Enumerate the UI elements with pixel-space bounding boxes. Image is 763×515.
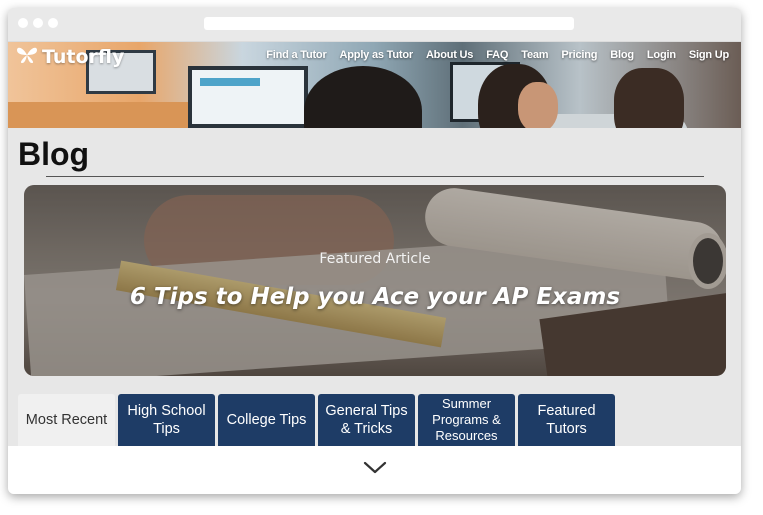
hero-photo-monitor — [188, 66, 308, 128]
hero-header: Tutorfly Find a Tutor Apply as Tutor Abo… — [8, 42, 741, 128]
tab-featured-tutors[interactable]: Featured Tutors — [518, 394, 615, 446]
page-title: Blog — [18, 136, 90, 172]
nav-link-about-us[interactable]: About Us — [426, 49, 473, 61]
featured-overlay — [24, 185, 726, 376]
featured-article-banner[interactable]: Featured Article 6 Tips to Help you Ace … — [24, 185, 726, 376]
main-nav: Find a Tutor Apply as Tutor About Us FAQ… — [253, 49, 729, 61]
browser-window: Tutorfly Find a Tutor Apply as Tutor Abo… — [8, 8, 741, 494]
hero-photo-desk — [8, 102, 198, 128]
nav-link-login[interactable]: Login — [647, 49, 676, 61]
featured-title[interactable]: 6 Tips to Help you Ace your AP Exams — [24, 284, 726, 310]
nav-link-blog[interactable]: Blog — [610, 49, 634, 61]
tab-most-recent[interactable]: Most Recent — [18, 394, 115, 446]
hero-photo-student — [304, 66, 422, 128]
title-divider — [46, 176, 704, 177]
browser-titlebar — [8, 8, 741, 42]
nav-link-find-tutor[interactable]: Find a Tutor — [266, 49, 327, 61]
tab-general-tips-tricks[interactable]: General Tips & Tricks — [318, 394, 415, 446]
window-control-maximize[interactable] — [48, 18, 58, 28]
featured-label: Featured Article — [319, 251, 431, 267]
content-panel — [8, 446, 741, 494]
window-control-minimize[interactable] — [33, 18, 43, 28]
tab-high-school-tips[interactable]: High School Tips — [118, 394, 215, 446]
nav-link-faq[interactable]: FAQ — [486, 49, 508, 61]
nav-link-apply-tutor[interactable]: Apply as Tutor — [340, 49, 414, 61]
site-logo-text: Tutorfly — [42, 46, 125, 68]
tab-summer-programs-resources[interactable]: Summer Programs & Resources — [418, 394, 515, 446]
hero-photo-student — [518, 82, 558, 128]
hero-photo-student — [614, 68, 684, 128]
category-tabs: Most Recent High School Tips College Tip… — [18, 394, 615, 446]
butterfly-icon — [16, 46, 38, 69]
address-bar[interactable] — [204, 17, 574, 30]
nav-link-team[interactable]: Team — [521, 49, 548, 61]
window-control-close[interactable] — [18, 18, 28, 28]
chevron-down-icon[interactable] — [363, 461, 387, 480]
nav-link-sign-up[interactable]: Sign Up — [689, 49, 729, 61]
tab-college-tips[interactable]: College Tips — [218, 394, 315, 446]
nav-link-pricing[interactable]: Pricing — [561, 49, 597, 61]
site-logo[interactable]: Tutorfly — [16, 45, 124, 69]
